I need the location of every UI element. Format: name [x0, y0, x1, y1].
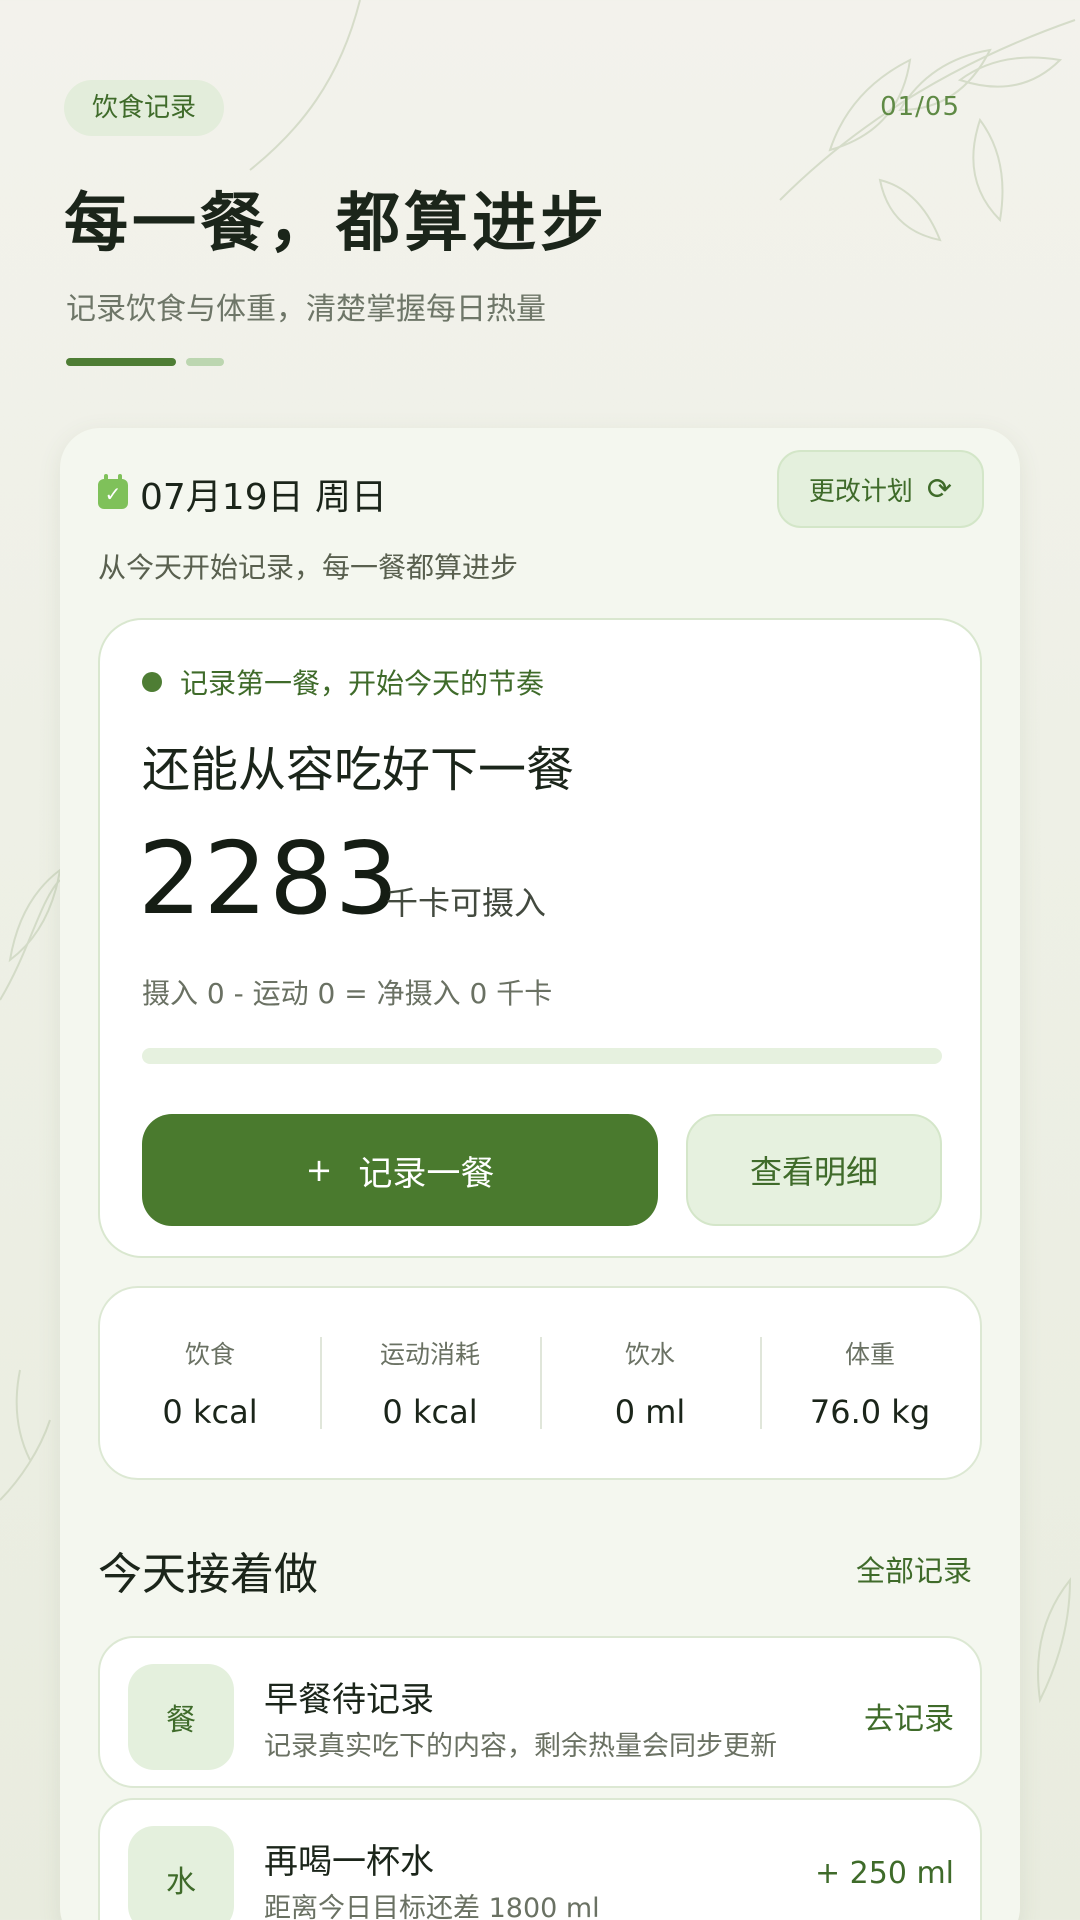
change-plan-button[interactable]: 更改计划 ⟳	[776, 450, 984, 528]
stat-value: 0 kcal	[382, 1393, 478, 1431]
task-item-water[interactable]: 水 再喝一杯水 距离今日目标还差 1800 ml + 250 ml	[98, 1798, 982, 1920]
stat-weight[interactable]: 体重 76.0 kg	[760, 1335, 980, 1431]
page-indicator-active	[66, 358, 176, 366]
plus-icon: +	[305, 1151, 333, 1189]
date-row: 07月19日 周日	[98, 468, 387, 520]
log-meal-button[interactable]: + 记录一餐	[142, 1114, 658, 1226]
stat-value: 0 kcal	[162, 1393, 258, 1431]
stat-label: 饮食	[184, 1340, 235, 1369]
view-details-button[interactable]: 查看明细	[686, 1114, 942, 1226]
status-row: 记录第一餐，开始今天的节奏	[142, 662, 544, 702]
stat-value: 0 ml	[614, 1393, 686, 1431]
calorie-formula: 摄入 0 - 运动 0 = 净摄入 0 千卡	[142, 977, 553, 1010]
stat-value: 76.0 kg	[809, 1393, 931, 1431]
stat-exercise[interactable]: 运动消耗 0 kcal	[320, 1335, 540, 1431]
current-date: 07月19日 周日	[140, 477, 388, 518]
status-dot-icon	[142, 672, 162, 692]
task-description: 距离今日目标还差 1800 ml	[264, 1893, 600, 1920]
task-title: 再喝一杯水	[264, 1842, 434, 1882]
go-record-button[interactable]: 去记录	[864, 1694, 954, 1738]
remaining-unit: 千卡可摄入	[386, 884, 547, 922]
task-description: 记录真实吃下的内容，剩余热量会同步更新	[264, 1731, 777, 1762]
remaining-calories: 2283	[138, 820, 401, 937]
section-title-today: 今天接着做	[98, 1549, 318, 1600]
add-water-button[interactable]: + 250 ml	[815, 1856, 954, 1891]
category-tag: 饮食记录	[64, 80, 225, 136]
date-subtitle: 从今天开始记录，每一餐都算进步	[98, 551, 519, 584]
page-indicator-inactive	[186, 358, 224, 366]
meal-badge-icon: 餐	[128, 1664, 234, 1770]
status-text: 记录第一餐，开始今天的节奏	[180, 667, 545, 700]
daily-stats-card: 饮食 0 kcal 运动消耗 0 kcal 饮水 0 ml 体重 76.0 kg	[98, 1286, 982, 1480]
page-title: 每一餐，都算进步	[64, 187, 608, 261]
refresh-icon: ⟳	[926, 471, 952, 507]
stat-label: 体重	[844, 1340, 895, 1369]
stat-water[interactable]: 饮水 0 ml	[540, 1335, 760, 1431]
calendar-check-icon	[98, 474, 128, 509]
app-panel: 07月19日 周日 更改计划 ⟳ 从今天开始记录，每一餐都算进步 记录第一餐，开…	[60, 428, 1020, 1920]
change-plan-label: 更改计划	[808, 476, 913, 507]
task-item-breakfast[interactable]: 餐 早餐待记录 记录真实吃下的内容，剩余热量会同步更新 去记录	[98, 1636, 982, 1788]
stat-label: 饮水	[624, 1340, 675, 1369]
log-meal-label: 记录一餐	[358, 1153, 495, 1194]
calorie-card: 记录第一餐，开始今天的节奏 还能从容吃好下一餐 2283 千卡可摄入 摄入 0 …	[98, 618, 982, 1258]
water-badge-icon: 水	[128, 1826, 234, 1920]
stat-label: 运动消耗	[379, 1340, 480, 1369]
calorie-heading: 还能从容吃好下一餐	[142, 742, 575, 798]
page-counter: 01/05	[880, 92, 960, 122]
calorie-progress-bar	[142, 1048, 942, 1064]
stat-diet[interactable]: 饮食 0 kcal	[100, 1335, 320, 1431]
task-title: 早餐待记录	[264, 1680, 434, 1720]
all-records-link[interactable]: 全部记录	[856, 1548, 972, 1590]
page-subtitle: 记录饮食与体重，清楚掌握每日热量	[66, 292, 546, 327]
page-indicator	[66, 358, 224, 366]
